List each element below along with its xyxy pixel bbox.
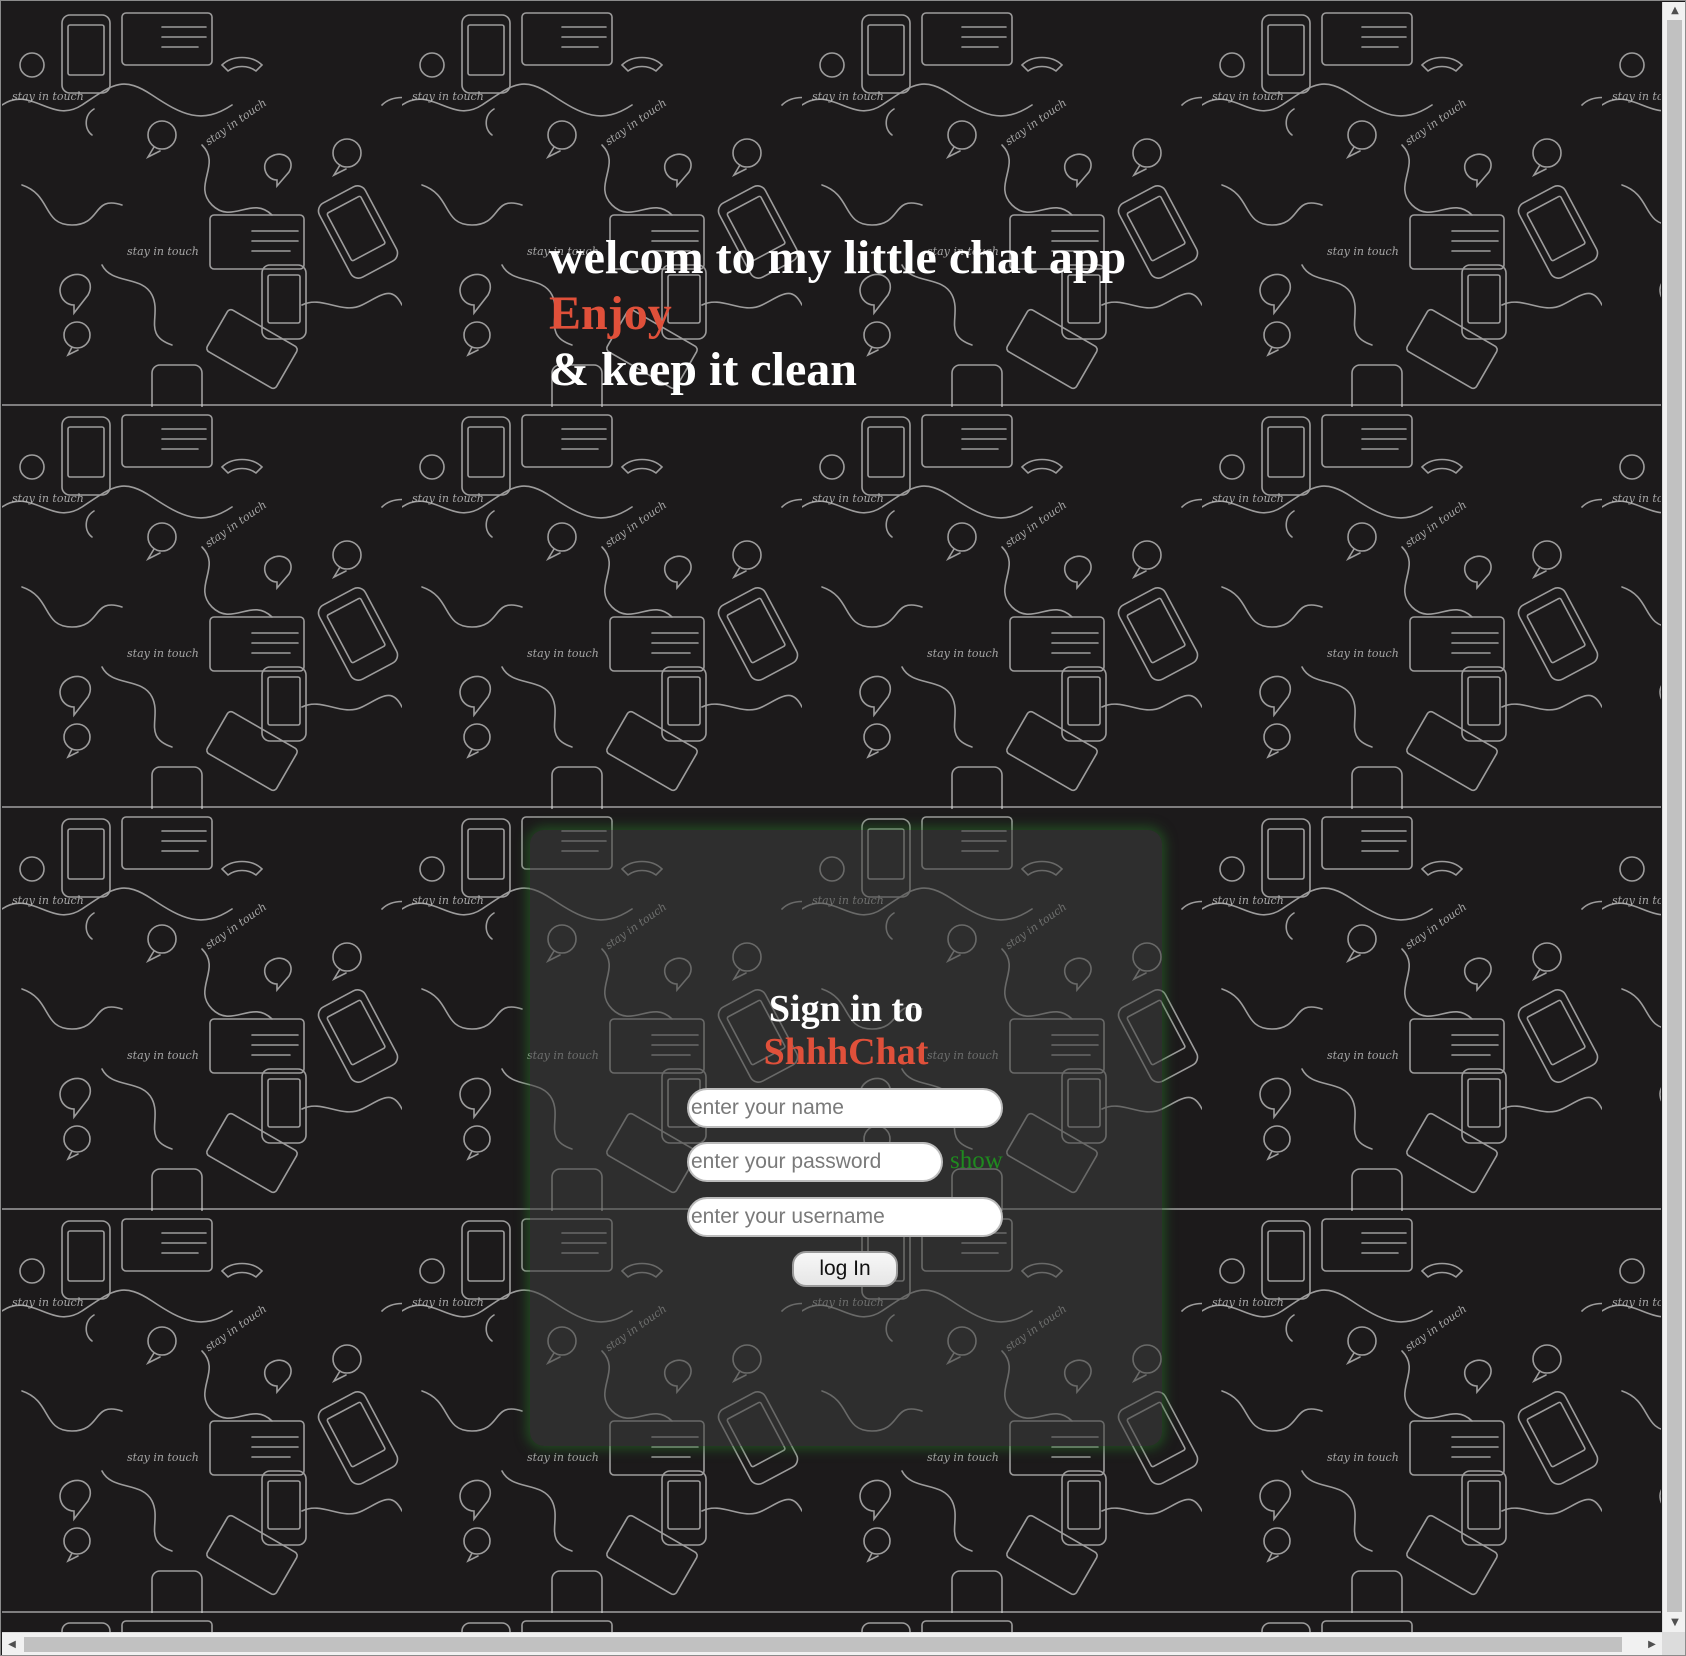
brand-name: ShhhChat: [763, 1031, 929, 1073]
username-input[interactable]: [687, 1197, 1003, 1237]
vertical-scroll-thumb[interactable]: [1667, 20, 1682, 1612]
tile-seam: [2, 404, 1661, 406]
scroll-left-arrow-icon[interactable]: ◀: [2, 1633, 22, 1655]
horizontal-scrollbar[interactable]: ◀ ▶: [2, 1632, 1662, 1655]
name-input[interactable]: [687, 1088, 1003, 1128]
scroll-up-arrow-icon[interactable]: ▲: [1663, 2, 1685, 20]
welcome-line-1: welcom to my little chat app: [549, 231, 1127, 284]
browser-viewport: stay in touch stay in touch stay in touc…: [0, 0, 1686, 1656]
scroll-down-arrow-icon[interactable]: ▼: [1663, 1614, 1685, 1632]
signin-card: Sign in to ShhhChat show log In: [530, 830, 1162, 1446]
welcome-heading: welcom to my little chat app Enjoy & kee…: [549, 230, 1126, 398]
login-button[interactable]: log In: [792, 1251, 898, 1287]
vertical-scrollbar[interactable]: ▲ ▼: [1662, 2, 1685, 1632]
welcome-enjoy: Enjoy: [549, 287, 672, 340]
welcome-line-3: & keep it clean: [549, 343, 857, 396]
horizontal-scroll-thumb[interactable]: [24, 1637, 1622, 1652]
signin-title: Sign in to ShhhChat: [530, 988, 1162, 1074]
scroll-right-arrow-icon[interactable]: ▶: [1642, 1633, 1662, 1655]
signin-title-text: Sign in to: [768, 988, 924, 1030]
scrollbar-corner: [1662, 1632, 1685, 1655]
tile-seam: [2, 806, 1661, 808]
tile-seam: [2, 1611, 1661, 1613]
show-password-toggle[interactable]: show: [950, 1146, 1003, 1176]
password-input[interactable]: [687, 1142, 943, 1182]
doodle-background: stay in touch stay in touch stay in touc…: [2, 5, 1661, 1632]
